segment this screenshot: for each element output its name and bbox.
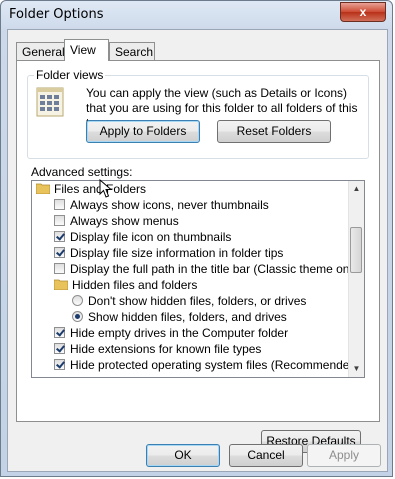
scroll-down-arrow-icon[interactable]: ▼ xyxy=(349,361,364,377)
folder-view-grid-icon xyxy=(36,87,64,117)
checkbox-option-row[interactable]: Display the full path in the title bar (… xyxy=(32,261,362,277)
title-bar[interactable]: Folder Options x xyxy=(1,1,392,29)
checkbox[interactable] xyxy=(54,215,65,226)
close-button[interactable]: x xyxy=(340,2,386,22)
option-label: Display file icon on thumbnails xyxy=(70,230,232,244)
tab-general[interactable]: General xyxy=(16,42,65,60)
option-label: Hidden files and folders xyxy=(72,278,198,292)
option-label: Hide empty drives in the Computer folder xyxy=(70,326,289,340)
close-icon: x xyxy=(359,5,367,19)
checkbox[interactable] xyxy=(54,199,65,210)
advanced-settings-list[interactable]: Files and Folders Always show icons, neve… xyxy=(31,180,365,378)
reset-folders-button[interactable]: Reset Folders xyxy=(217,120,331,143)
radio-button[interactable] xyxy=(72,295,83,306)
checkbox[interactable] xyxy=(54,359,65,370)
window-title: Folder Options xyxy=(9,7,104,22)
scroll-up-arrow-icon[interactable]: ▲ xyxy=(349,181,364,197)
checkbox-option-row[interactable]: Always show icons, never thumbnails xyxy=(32,197,348,213)
radio-option-row[interactable]: Don't show hidden files, folders, or dri… xyxy=(32,293,348,309)
checkbox-option-row[interactable]: Hide empty drives in the Computer folder xyxy=(32,325,348,341)
checkbox[interactable] xyxy=(54,263,65,274)
option-label: Display the full path in the title bar (… xyxy=(70,262,363,276)
checkbox-option-row[interactable]: Always show menus xyxy=(32,213,348,229)
option-label: Show hidden files, folders, and drives xyxy=(88,310,287,324)
mouse-cursor-icon xyxy=(99,179,113,198)
dialog-client-area: General View Search Folder views You can… xyxy=(7,29,388,472)
option-label: Always show icons, never thumbnails xyxy=(70,198,269,212)
option-label: Hide extensions for known file types xyxy=(70,342,262,356)
checkbox[interactable] xyxy=(54,327,65,338)
settings-category-row: Files and Folders xyxy=(32,181,348,197)
option-label: Hide protected operating system files (R… xyxy=(70,358,361,372)
vertical-scrollbar[interactable]: ▲ ▼ xyxy=(348,181,364,377)
tab-view[interactable]: View xyxy=(64,39,109,61)
settings-category-row: Hidden files and folders xyxy=(32,277,348,293)
radio-option-row[interactable]: Show hidden files, folders, and drives xyxy=(32,309,348,325)
folder-icon xyxy=(36,183,50,194)
tab-search[interactable]: Search xyxy=(109,42,155,60)
ok-button[interactable]: OK xyxy=(146,444,220,467)
checkbox[interactable] xyxy=(54,231,65,242)
apply-button[interactable]: Apply xyxy=(307,444,381,467)
option-label: Always show menus xyxy=(70,214,179,228)
cancel-button[interactable]: Cancel xyxy=(229,444,303,467)
folder-views-group: Folder views You can apply the view (suc… xyxy=(27,68,369,159)
checkbox-option-row[interactable]: Hide protected operating system files (R… xyxy=(32,357,360,373)
scrollbar-thumb[interactable] xyxy=(350,227,362,273)
option-label: Don't show hidden files, folders, or dri… xyxy=(88,294,307,308)
folder-views-legend: Folder views xyxy=(34,68,106,82)
folder-icon xyxy=(54,279,68,290)
checkbox-option-row[interactable]: Display file size information in folder … xyxy=(32,245,348,261)
advanced-settings-label: Advanced settings: xyxy=(31,165,133,179)
checkbox-option-row[interactable]: Display file icon on thumbnails xyxy=(32,229,348,245)
view-tab-panel: Folder views You can apply the view (suc… xyxy=(16,60,380,453)
option-label: Display file size information in folder … xyxy=(70,246,284,260)
checkbox[interactable] xyxy=(54,247,65,258)
checkbox-option-row[interactable]: Hide extensions for known file types xyxy=(32,341,348,357)
apply-to-folders-button[interactable]: Apply to Folders xyxy=(86,120,200,143)
folder-options-dialog: Folder Options x General View Search Fol… xyxy=(0,0,393,477)
checkbox[interactable] xyxy=(54,343,65,354)
radio-button[interactable] xyxy=(72,311,83,322)
